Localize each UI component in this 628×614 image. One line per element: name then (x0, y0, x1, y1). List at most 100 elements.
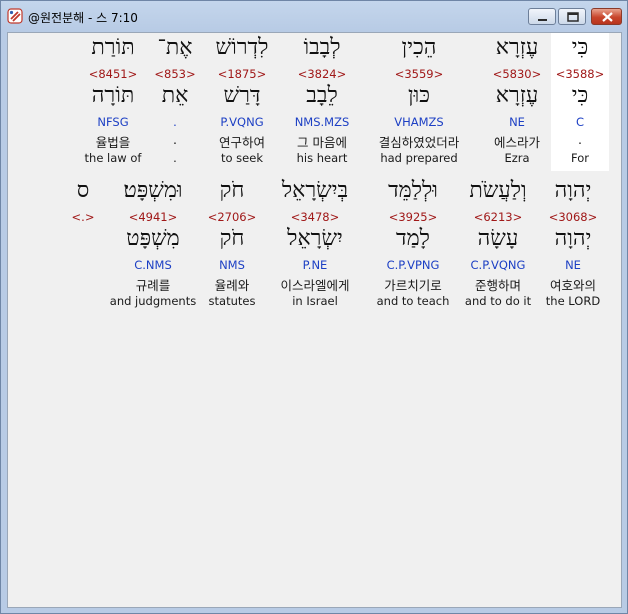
lemma-word: דָּרַשׁ (223, 83, 261, 108)
hebrew-word: וּלְלַמֵּד (388, 178, 438, 203)
strongs-number: <4941> (128, 210, 178, 224)
english-gloss: For (571, 151, 589, 165)
lemma-word: עָשָׂה (477, 226, 519, 251)
hebrew-word: לְבָבוֹ (303, 35, 341, 60)
strongs-number: <1875> (217, 67, 267, 81)
strongs-number: <5830> (492, 67, 542, 81)
hebrew-word: עֶזְרָא (495, 35, 539, 60)
word-column[interactable]: לְבָבוֹ <3824> לֵבָב NMS.MZS 그 마음에 his heart (282, 33, 362, 171)
english-gloss: . (173, 151, 177, 165)
word-column[interactable]: וְלַעֲשֹׂת <6213> עָשָׂה C.P.VQNG 준행하며 and to… (458, 176, 538, 314)
english-gloss: to seek (220, 151, 263, 165)
word-column[interactable]: אֶת־ <853> אֵת... (153, 33, 197, 171)
word-column[interactable]: חֹק <2706> חֹק NMS 율례와 statutes (202, 176, 262, 314)
strongs-number: <3925> (388, 210, 438, 224)
lemma-word: יִשְׂרָאֵל (287, 226, 343, 251)
verse-row-1: כִּי <3588> כִּי C. For עֶזְרָא <5830> עֶזְרָא N… (8, 33, 621, 173)
parsing-code: NMS (219, 258, 245, 272)
hebrew-word: חֹק (219, 178, 245, 203)
hebrew-word: בְּיִשְׂרָאֵל (281, 178, 349, 203)
window-title: @원전분해 - 스 7:10 (28, 11, 138, 25)
lemma-word: תּוֹרָה (91, 83, 135, 108)
english-gloss: had prepared (380, 151, 458, 165)
korean-gloss: 연구하여 (218, 135, 265, 150)
hebrew-word: הֵכִין (401, 35, 437, 60)
hebrew-word: תּוֹרַת (91, 35, 135, 60)
parsing-code: NE (565, 258, 581, 272)
strongs-number: <853> (154, 67, 196, 81)
parsing-code: NMS.MZS (294, 115, 350, 129)
parsing-code: P.NE (302, 258, 328, 272)
word-column[interactable]: כִּי <3588> כִּי C. For (551, 33, 609, 171)
verse-row-2: יְהוָה <3068> יְהוָה NE 여호와의 the LORD וְלַעֲשֹ… (8, 176, 621, 316)
parsing-code: NFSG (97, 115, 129, 129)
korean-gloss: 규례를 (135, 278, 171, 293)
english-gloss: the LORD (545, 294, 601, 308)
hebrew-word: וּמִשְׁפָּט׃ (123, 178, 183, 203)
hebrew-word: לִדְרוֹשׁ (215, 35, 269, 60)
strongs-number: <3559> (394, 67, 444, 81)
korean-gloss: 율법을 (95, 135, 131, 150)
parsing-code: P.VQNG (220, 115, 264, 129)
english-gloss: and to do it (464, 294, 532, 308)
english-gloss: and judgments (109, 294, 197, 308)
lemma-word: יְהוָה (554, 226, 592, 251)
strongs-number: <6213> (473, 210, 523, 224)
word-column[interactable]: ס <.> (68, 176, 98, 314)
english-gloss: the law of (84, 151, 142, 165)
word-column[interactable]: תּוֹרַת <8451> תּוֹרָה NFSG 율법을 the law of (76, 33, 150, 171)
word-column[interactable]: בְּיִשְׂרָאֵל <3478> יִשְׂרָאֵל P.NE 이스라엘에게 i… (265, 176, 365, 314)
korean-gloss: . (173, 132, 177, 147)
parsing-code: C (575, 115, 585, 129)
korean-gloss: 그 마음에 (297, 135, 347, 150)
korean-gloss: 율례와 (214, 278, 250, 293)
title-bar[interactable]: @원전분해 - 스 7:10 (1, 1, 627, 31)
english-gloss: in Israel (292, 294, 338, 308)
parsing-code: C.NMS (134, 258, 172, 272)
parsing-code: C.P.VQNG (470, 258, 526, 272)
strongs-number: <3588> (555, 67, 605, 81)
korean-gloss: 가르치기로 (384, 278, 442, 293)
hebrew-word: אֶת־ (157, 35, 193, 60)
lemma-word: לֵבָב (306, 83, 338, 108)
strongs-number: <3824> (297, 67, 347, 81)
app-window: @원전분해 - 스 7:10 כִּי <3588> כִּי C. For עֶזְרָ… (0, 0, 628, 614)
lemma-word: כִּי (571, 83, 589, 108)
parsing-code: VHAMZS (394, 115, 444, 129)
strongs-number: <8451> (88, 67, 138, 81)
english-gloss: his heart (296, 151, 348, 165)
english-gloss: statutes (208, 294, 256, 308)
maximize-button[interactable] (558, 8, 586, 25)
korean-gloss: 에스라가 (493, 135, 540, 150)
word-column[interactable]: עֶזְרָא <5830> עֶזְרָא NE 에스라가 Ezra (486, 33, 548, 171)
close-button[interactable] (591, 8, 622, 25)
word-column[interactable]: לִדְרוֹשׁ <1875> דָּרַשׁ P.VQNG 연구하여 to seek (203, 33, 281, 171)
word-column[interactable]: הֵכִין <3559> כּוּן VHAMZS 결심하였었더라 had prepar… (354, 33, 484, 171)
english-gloss: Ezra (504, 151, 530, 165)
strongs-number: <3068> (548, 210, 598, 224)
minimize-button[interactable] (528, 8, 556, 25)
app-icon (7, 8, 23, 24)
lemma-word: אֵת (161, 83, 189, 108)
korean-gloss: 준행하며 (474, 278, 521, 293)
strongs-number: <.> (71, 210, 95, 224)
word-column[interactable]: וּלְלַמֵּד <3925> לָמַד C.P.VPNG 가르치기로 and to… (365, 176, 461, 314)
interlinear-panel: כִּי <3588> כִּי C. For עֶזְרָא <5830> עֶזְרָא N… (7, 32, 622, 608)
english-gloss: and to teach (376, 294, 450, 308)
korean-gloss: 결심하였었더라 (378, 135, 460, 150)
hebrew-word: יְהוָה (554, 178, 592, 203)
lemma-word: לָמַד (396, 226, 430, 251)
lemma-word: חֹק (219, 226, 245, 251)
parsing-code: . (173, 115, 177, 129)
korean-gloss: . (578, 132, 582, 147)
hebrew-word: ס (76, 178, 90, 203)
parsing-code: C.P.VPNG (386, 258, 440, 272)
hebrew-word: וְלַעֲשֹׂת (469, 178, 527, 203)
strongs-number: <2706> (207, 210, 257, 224)
parsing-code: NE (509, 115, 525, 129)
hebrew-word: כִּי (571, 35, 589, 60)
korean-gloss: 이스라엘에게 (280, 278, 350, 293)
strongs-number: <3478> (290, 210, 340, 224)
word-column[interactable]: וּמִשְׁפָּט׃ <4941> מִשְׁפָּט C.NMS 규례를 and j… (105, 176, 201, 314)
word-column[interactable]: יְהוָה <3068> יְהוָה NE 여호와의 the LORD (540, 176, 606, 314)
